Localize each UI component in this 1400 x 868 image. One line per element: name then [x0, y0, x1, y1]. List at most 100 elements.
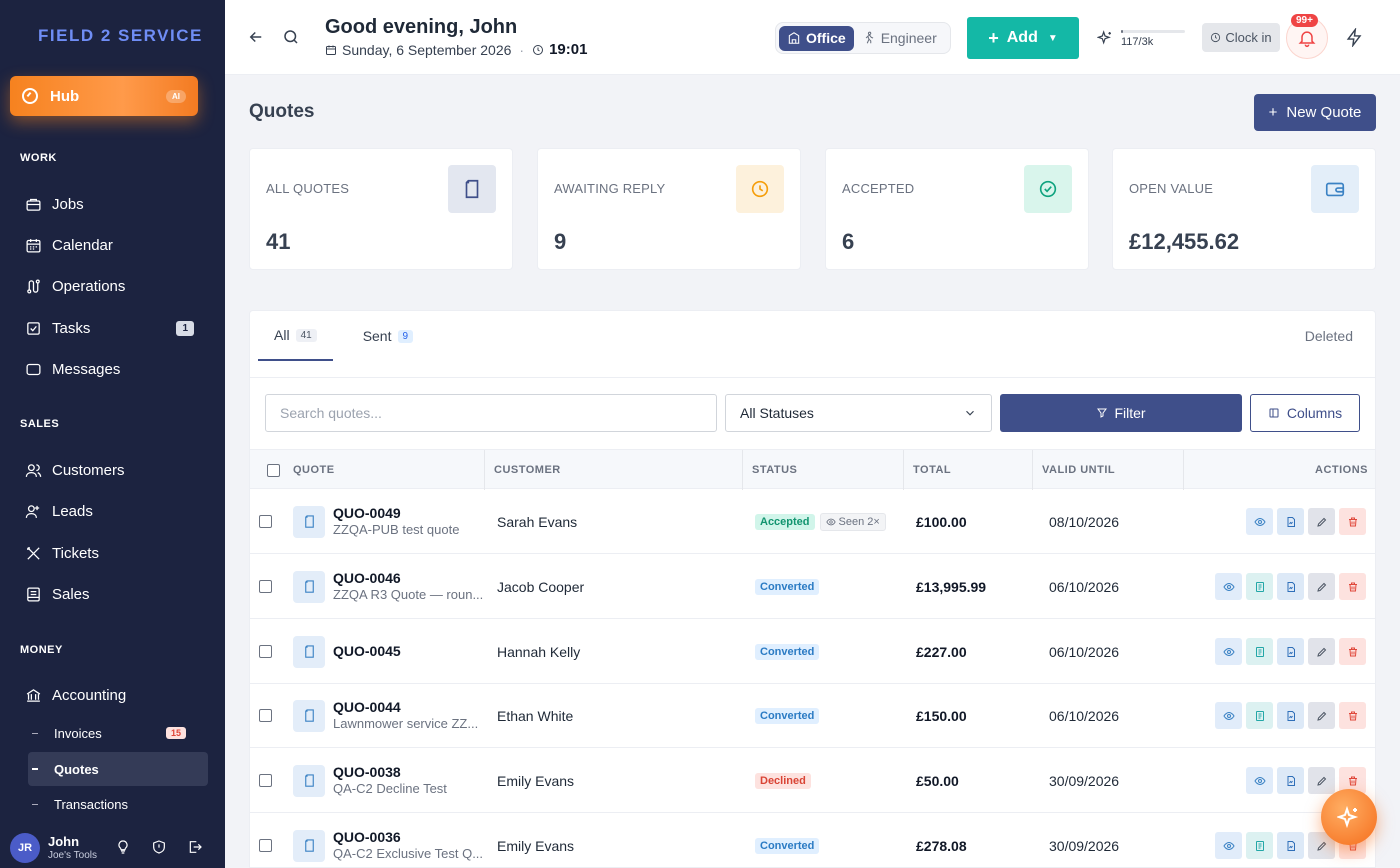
- sidebar-item-tickets[interactable]: Tickets: [24, 541, 194, 565]
- app-logo[interactable]: FIELD 2 SERVICE: [38, 26, 203, 46]
- user-plus-icon: [24, 502, 42, 520]
- convert-button[interactable]: [1246, 573, 1273, 600]
- row-checkbox[interactable]: [259, 709, 272, 722]
- view-button[interactable]: [1246, 508, 1273, 535]
- edit-button[interactable]: [1308, 638, 1335, 665]
- column-customer[interactable]: CUSTOMER: [484, 450, 742, 490]
- tab-all[interactable]: All 41: [258, 311, 333, 361]
- delete-button[interactable]: [1339, 638, 1366, 665]
- table-row[interactable]: QUO-0049 ZZQA-PUB test quote Sarah Evans…: [250, 489, 1375, 554]
- delete-button[interactable]: [1339, 573, 1366, 600]
- tab-sent[interactable]: Sent 9: [347, 311, 429, 361]
- column-total[interactable]: TOTAL: [903, 450, 1032, 490]
- new-quote-button[interactable]: + New Quote: [1254, 94, 1376, 131]
- mode-office-button[interactable]: Office: [779, 25, 854, 51]
- sidebar-subitem-quotes[interactable]: Quotes: [28, 752, 208, 786]
- pencil-icon: [1316, 775, 1328, 787]
- pdf-button[interactable]: [1277, 638, 1304, 665]
- row-checkbox[interactable]: [259, 839, 272, 852]
- sidebar-subitem-transactions[interactable]: Transactions: [28, 787, 208, 821]
- ai-assistant-button[interactable]: [1321, 789, 1377, 845]
- table-row[interactable]: QUO-0044 Lawnmower service ZZ... Ethan W…: [250, 683, 1375, 748]
- filter-button[interactable]: Filter: [1000, 394, 1242, 432]
- clock-in-button[interactable]: Clock in: [1202, 23, 1280, 52]
- sidebar-item-jobs[interactable]: Jobs: [24, 192, 194, 216]
- pdf-button[interactable]: [1277, 767, 1304, 794]
- quote-total: £100.00: [916, 513, 967, 530]
- status-select[interactable]: All Statuses: [725, 394, 992, 432]
- valid-until: 06/10/2026: [1049, 707, 1120, 724]
- quote-number[interactable]: QUO-0036: [333, 829, 483, 847]
- columns-button[interactable]: Columns: [1250, 394, 1360, 432]
- sidebar-item-operations[interactable]: Operations: [24, 274, 194, 298]
- sidebar-item-accounting[interactable]: Accounting: [24, 683, 194, 707]
- table-row[interactable]: QUO-0046 ZZQA R3 Quote — roun... Jacob C…: [250, 554, 1375, 619]
- row-checkbox[interactable]: [259, 645, 272, 658]
- row-checkbox[interactable]: [259, 580, 272, 593]
- lightbulb-icon[interactable]: [115, 839, 133, 857]
- column-status[interactable]: STATUS: [742, 450, 903, 490]
- user-name: John: [48, 834, 80, 850]
- document-icon: [293, 635, 325, 668]
- back-arrow-icon[interactable]: [247, 28, 267, 48]
- convert-button[interactable]: [1246, 638, 1273, 665]
- column-valid-until[interactable]: VALID UNTIL: [1032, 450, 1183, 490]
- document-lines-icon: [1254, 840, 1266, 852]
- convert-button[interactable]: [1246, 702, 1273, 729]
- search-icon[interactable]: [282, 28, 302, 48]
- view-button[interactable]: [1215, 702, 1242, 729]
- delete-button[interactable]: [1339, 702, 1366, 729]
- quote-number[interactable]: QUO-0044: [333, 699, 478, 717]
- mode-engineer-button[interactable]: Engineer: [854, 26, 945, 51]
- pdf-button[interactable]: [1277, 832, 1304, 859]
- edit-button[interactable]: [1308, 573, 1335, 600]
- add-button[interactable]: + Add ▼: [967, 17, 1079, 59]
- quote-number[interactable]: QUO-0049: [333, 505, 459, 523]
- stat-label: ACCEPTED: [842, 181, 915, 196]
- sidebar-item-leads[interactable]: Leads: [24, 499, 194, 523]
- quote-number[interactable]: QUO-0038: [333, 764, 447, 782]
- hub-button[interactable]: Hub AI: [10, 76, 198, 116]
- search-input[interactable]: Search quotes...: [265, 394, 717, 432]
- table-row[interactable]: QUO-0045 Hannah Kelly Converted £227.00 0…: [250, 619, 1375, 684]
- lightning-icon[interactable]: [1345, 27, 1364, 52]
- row-checkbox[interactable]: [259, 515, 272, 528]
- edit-button[interactable]: [1308, 767, 1335, 794]
- view-button[interactable]: [1215, 573, 1242, 600]
- sidebar-item-calendar[interactable]: Calendar: [24, 233, 194, 257]
- row-actions: [1211, 619, 1366, 684]
- document-icon: [293, 764, 325, 797]
- edit-button[interactable]: [1308, 508, 1335, 535]
- logout-icon[interactable]: [187, 839, 205, 857]
- table-row[interactable]: QUO-0036 QA-C2 Exclusive Test Q... Emily…: [250, 813, 1375, 867]
- row-actions: [1211, 683, 1366, 748]
- view-button[interactable]: [1215, 638, 1242, 665]
- wallet-icon: [1311, 165, 1359, 213]
- pdf-button[interactable]: [1277, 702, 1304, 729]
- sidebar-subitem-invoices[interactable]: Invoices 15: [28, 716, 208, 750]
- column-quote[interactable]: QUOTE: [284, 450, 484, 490]
- sidebar-item-customers[interactable]: Customers: [24, 458, 194, 482]
- table-row[interactable]: QUO-0038 QA-C2 Decline Test Emily Evans …: [250, 748, 1375, 813]
- pdf-button[interactable]: [1277, 573, 1304, 600]
- sidebar-item-messages[interactable]: Messages: [24, 357, 194, 381]
- deleted-link[interactable]: Deleted: [1305, 328, 1353, 344]
- row-checkbox[interactable]: [259, 774, 272, 787]
- sidebar-item-tasks[interactable]: Tasks 1: [24, 316, 194, 340]
- view-button[interactable]: [1215, 832, 1242, 859]
- shield-icon[interactable]: [151, 839, 169, 857]
- quote-number[interactable]: QUO-0046: [333, 570, 483, 588]
- quote-total: £278.08: [916, 837, 967, 854]
- ai-credits[interactable]: 117/3k: [1097, 28, 1185, 48]
- convert-button[interactable]: [1246, 832, 1273, 859]
- status-badge: Converted: [755, 643, 820, 660]
- quote-number[interactable]: QUO-0045: [333, 643, 401, 661]
- sidebar-item-sales[interactable]: Sales: [24, 582, 194, 606]
- view-button[interactable]: [1246, 767, 1273, 794]
- pdf-button[interactable]: [1277, 508, 1304, 535]
- edit-button[interactable]: [1308, 702, 1335, 729]
- select-all-checkbox[interactable]: [267, 463, 280, 477]
- avatar[interactable]: JR: [10, 833, 40, 863]
- delete-button[interactable]: [1339, 508, 1366, 535]
- current-date: Sunday, 6 September 2026: [342, 41, 512, 58]
